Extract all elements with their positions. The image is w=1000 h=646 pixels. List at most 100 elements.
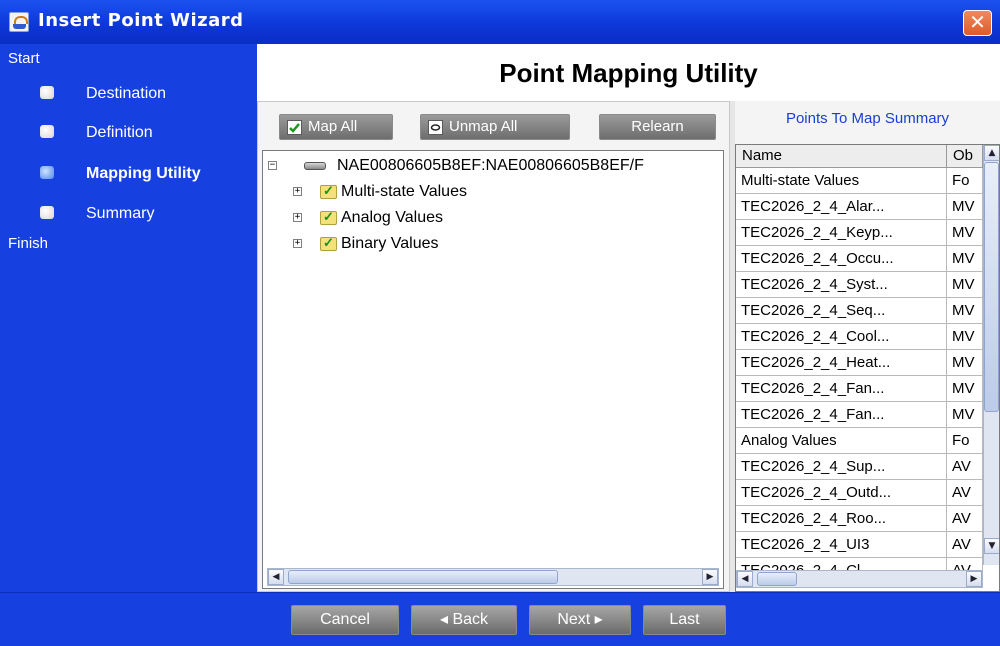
step-bullet-icon bbox=[40, 125, 54, 138]
cell-name: TEC2026_2_4_UI3 bbox=[736, 532, 947, 557]
table-row[interactable]: TEC2026_2_4_Alar... MV bbox=[736, 194, 983, 220]
tree-horizontal-scrollbar[interactable]: ◀ ▶ bbox=[267, 568, 719, 586]
cell-object-type: MV bbox=[947, 220, 983, 245]
tree-node-label: Binary Values bbox=[341, 235, 439, 252]
back-button[interactable]: ◂ Back bbox=[411, 605, 517, 635]
unmap-all-button[interactable]: Unmap All bbox=[420, 114, 570, 140]
scroll-left-icon[interactable]: ◀ bbox=[737, 571, 753, 587]
tree-node-binary-values[interactable]: + Binary Values bbox=[293, 234, 593, 254]
tree-node-label: Multi-state Values bbox=[341, 183, 467, 200]
scroll-right-icon[interactable]: ▶ bbox=[966, 571, 982, 587]
cell-object-type: AV bbox=[947, 506, 983, 531]
cell-name: Analog Values bbox=[736, 428, 947, 453]
scroll-thumb[interactable] bbox=[288, 570, 558, 584]
tree-node-analog-values[interactable]: + Analog Values bbox=[293, 208, 593, 228]
table-row[interactable]: TEC2026_2_4_UI3 AV bbox=[736, 532, 983, 558]
cell-object-type: MV bbox=[947, 272, 983, 297]
cell-object-type: MV bbox=[947, 402, 983, 427]
step-label: Summary bbox=[86, 205, 155, 222]
cell-object-type: MV bbox=[947, 298, 983, 323]
table-row[interactable]: TEC2026_2_4_Seq... MV bbox=[736, 298, 983, 324]
table-row[interactable]: TEC2026_2_4_Heat... MV bbox=[736, 350, 983, 376]
cell-object-type: Fo bbox=[947, 428, 983, 453]
scroll-thumb[interactable] bbox=[757, 572, 797, 586]
cell-object-type: AV bbox=[947, 532, 983, 557]
cell-name: TEC2026_2_4_Keyp... bbox=[736, 220, 947, 245]
tree-node-label: Analog Values bbox=[341, 209, 443, 226]
summary-pane: Points To Map Summary Name Ob Multi-stat… bbox=[735, 101, 1000, 592]
tree-pane: Map All Unmap All Relearn − NAE00806605B… bbox=[257, 101, 730, 592]
table-row[interactable]: TEC2026_2_4_Occu... MV bbox=[736, 246, 983, 272]
expand-icon[interactable]: + bbox=[293, 239, 302, 248]
point-tree: − NAE00806605B8EF:NAE00806605B8EF/F + Mu… bbox=[262, 150, 724, 589]
cell-object-type: MV bbox=[947, 376, 983, 401]
expand-icon[interactable]: + bbox=[293, 187, 302, 196]
column-header-name[interactable]: Name bbox=[736, 145, 947, 167]
next-button[interactable]: Next ▸ bbox=[529, 605, 631, 635]
cell-object-type: MV bbox=[947, 194, 983, 219]
page-title: Point Mapping Utility bbox=[499, 58, 758, 88]
step-definition: Definition bbox=[40, 123, 250, 147]
cell-name: TEC2026_2_4_Fan... bbox=[736, 402, 947, 427]
cell-name: TEC2026_2_4_Alar... bbox=[736, 194, 947, 219]
table-row[interactable]: Multi-state Values Fo bbox=[736, 168, 983, 194]
device-icon bbox=[304, 162, 326, 170]
finish-label: Finish bbox=[8, 235, 49, 252]
cell-object-type: MV bbox=[947, 324, 983, 349]
cell-name: TEC2026_2_4_Cool... bbox=[736, 324, 947, 349]
table-row[interactable]: TEC2026_2_4_Outd... AV bbox=[736, 480, 983, 506]
check-icon bbox=[287, 120, 302, 135]
close-button[interactable]: ✕ bbox=[963, 10, 992, 36]
table-row[interactable]: Analog Values Fo bbox=[736, 428, 983, 454]
map-all-button[interactable]: Map All bbox=[279, 114, 393, 140]
wizard-steps-sidebar: Start Destination Definition Mapping Uti… bbox=[0, 44, 257, 592]
tree-node-multistate-values[interactable]: + Multi-state Values bbox=[293, 182, 593, 202]
window-title: Insert Point Wizard bbox=[38, 10, 244, 31]
main-content: Point Mapping Utility Map All Unmap All … bbox=[257, 44, 1000, 592]
table-vertical-scrollbar[interactable]: ▲ ▼ bbox=[983, 145, 999, 565]
cell-name: TEC2026_2_4_Seq... bbox=[736, 298, 947, 323]
checked-folder-icon bbox=[320, 209, 337, 225]
checked-folder-icon bbox=[320, 183, 337, 199]
title-bar[interactable]: Insert Point Wizard ✕ bbox=[0, 0, 1000, 44]
cell-name: Multi-state Values bbox=[736, 168, 947, 193]
cell-object-type: AV bbox=[947, 454, 983, 479]
table-row[interactable]: TEC2026_2_4_Keyp... MV bbox=[736, 220, 983, 246]
cell-name: TEC2026_2_4_Syst... bbox=[736, 272, 947, 297]
expand-icon[interactable]: + bbox=[293, 213, 302, 222]
cancel-button[interactable]: Cancel bbox=[291, 605, 399, 635]
summary-title: Points To Map Summary bbox=[785, 110, 950, 127]
java-app-icon bbox=[9, 12, 29, 32]
table-row[interactable]: TEC2026_2_4_Sup... AV bbox=[736, 454, 983, 480]
table-horizontal-scrollbar[interactable]: ◀ ▶ bbox=[736, 570, 983, 588]
step-destination: Destination bbox=[40, 84, 250, 108]
tree-root-node[interactable]: − NAE00806605B8EF:NAE00806605B8EF/F bbox=[267, 156, 723, 176]
scroll-left-icon[interactable]: ◀ bbox=[268, 569, 284, 585]
cell-object-type: MV bbox=[947, 246, 983, 271]
scroll-up-icon[interactable]: ▲ bbox=[984, 145, 999, 161]
cell-name: TEC2026_2_4_Fan... bbox=[736, 376, 947, 401]
collapse-icon[interactable]: − bbox=[268, 161, 277, 170]
table-row[interactable]: TEC2026_2_4_Cool... MV bbox=[736, 324, 983, 350]
relearn-button[interactable]: Relearn bbox=[599, 114, 716, 140]
step-label: Destination bbox=[86, 85, 167, 102]
table-header: Name Ob bbox=[736, 145, 983, 168]
scroll-right-icon[interactable]: ▶ bbox=[702, 569, 718, 585]
scroll-thumb[interactable] bbox=[984, 162, 999, 412]
cell-name: TEC2026_2_4_Sup... bbox=[736, 454, 947, 479]
step-bullet-icon bbox=[40, 206, 54, 219]
table-row[interactable]: TEC2026_2_4_Syst... MV bbox=[736, 272, 983, 298]
cell-name: TEC2026_2_4_Roo... bbox=[736, 506, 947, 531]
table-row[interactable]: TEC2026_2_4_Fan... MV bbox=[736, 402, 983, 428]
tree-root-label: NAE00806605B8EF:NAE00806605B8EF/F bbox=[337, 157, 644, 174]
table-row[interactable]: TEC2026_2_4_Fan... MV bbox=[736, 376, 983, 402]
scroll-down-icon[interactable]: ▼ bbox=[984, 538, 999, 554]
relearn-label: Relearn bbox=[631, 118, 684, 135]
last-button[interactable]: Last bbox=[643, 605, 726, 635]
start-label: Start bbox=[8, 50, 40, 67]
cell-object-type: AV bbox=[947, 480, 983, 505]
step-mapping-utility: Mapping Utility bbox=[40, 164, 250, 188]
column-header-object[interactable]: Ob bbox=[947, 145, 983, 167]
cell-name: TEC2026_2_4_Outd... bbox=[736, 480, 947, 505]
table-row[interactable]: TEC2026_2_4_Roo... AV bbox=[736, 506, 983, 532]
